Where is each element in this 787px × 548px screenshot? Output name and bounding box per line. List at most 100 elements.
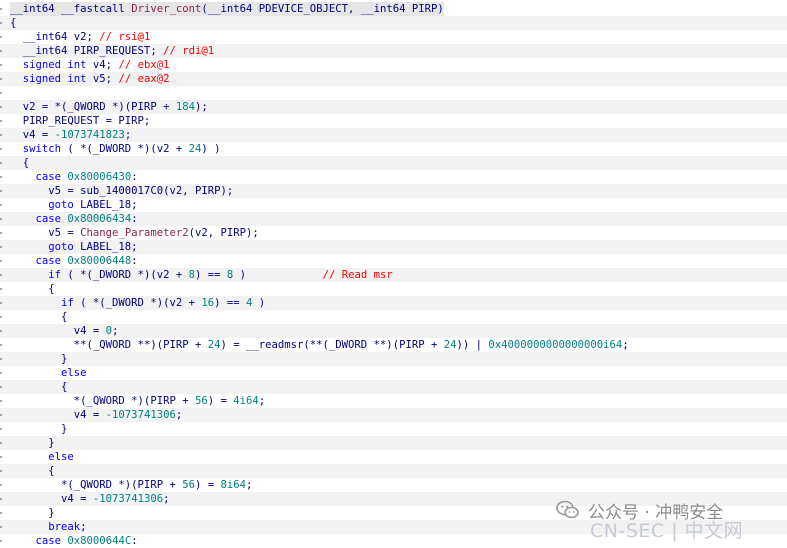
code-text: v4 = -1073741306;: [10, 492, 169, 506]
line-marker: [0, 44, 2, 58]
code-line[interactable]: case 0x80006430:: [0, 170, 787, 184]
line-marker: [0, 352, 2, 366]
watermark-site: CN-SEC | 中文网: [590, 520, 744, 542]
code-line[interactable]: __int64 PIRP_REQUEST; // rdi@1: [0, 44, 787, 58]
code-line[interactable]: *(_QWORD *)(PIRP + 56) = 4i64;: [0, 394, 787, 408]
code-token: ;: [175, 409, 183, 421]
code-line[interactable]: case 0x80006448:: [0, 254, 787, 268]
line-marker: [0, 506, 2, 520]
code-text: signed int v4; // ebx@1: [10, 58, 170, 72]
code-token: v4 =: [10, 493, 93, 505]
line-marker: [0, 142, 2, 156]
code-line[interactable]: signed int v4; // ebx@1: [0, 58, 787, 72]
code-line[interactable]: {: [0, 16, 787, 30]
line-marker: [0, 310, 2, 324]
code-token: v5 = sub_1400017C0(v2, PIRP);: [10, 185, 234, 197]
code-token: signed int: [10, 73, 87, 85]
code-token: v4 =: [10, 129, 55, 141]
code-line[interactable]: case 0x80006434:: [0, 212, 787, 226]
line-marker: [0, 184, 2, 198]
code-token: else: [10, 451, 74, 463]
code-text: *(_QWORD *)(PIRP + 56) = 8i64;: [10, 478, 252, 492]
code-token: ;: [112, 325, 119, 337]
code-line[interactable]: [0, 86, 787, 100]
code-line[interactable]: {: [0, 156, 787, 170]
code-line[interactable]: __int64 v2; // rsi@1: [0, 30, 787, 44]
code-line[interactable]: v5 = Change_Parameter2(v2, PIRP);: [0, 226, 787, 240]
code-token: 16: [201, 297, 215, 309]
code-line[interactable]: {: [0, 464, 787, 478]
code-line[interactable]: PIRP_REQUEST = PIRP;: [0, 114, 787, 128]
code-token: v5 =: [10, 227, 81, 239]
code-line[interactable]: **(_QWORD **)(PIRP + 24) = __readmsr(**(…: [0, 338, 787, 352]
code-text: {: [10, 380, 67, 394]
code-token: {: [10, 283, 55, 295]
line-marker: [0, 366, 2, 380]
code-line[interactable]: if ( *(_DWORD *)(v2 + 8) == 8 ) // Read …: [0, 268, 787, 282]
code-token: 24: [188, 143, 202, 155]
code-line[interactable]: else: [0, 366, 787, 380]
code-line[interactable]: if ( *(_DWORD *)(v2 + 16) == 4 ): [0, 296, 787, 310]
line-marker: [0, 30, 2, 44]
code-text: *(_QWORD *)(PIRP + 56) = 4i64;: [10, 394, 265, 408]
code-token: case: [10, 255, 62, 267]
line-marker: [0, 100, 2, 114]
code-text: __int64 __fastcall Driver_cont(__int64 P…: [10, 2, 444, 16]
code-line[interactable]: }: [0, 436, 787, 450]
code-line[interactable]: __int64 __fastcall Driver_cont(__int64 P…: [0, 2, 787, 16]
code-line[interactable]: v2 = *(_QWORD *)(PIRP + 184);: [0, 100, 787, 114]
code-token: v4 =: [10, 409, 106, 421]
code-token: *(_QWORD *)(PIRP +: [10, 395, 195, 407]
code-line[interactable]: v4 = -1073741306;: [0, 408, 787, 422]
code-line[interactable]: v4 = -1073741823;: [0, 128, 787, 142]
code-text: switch ( *(_DWORD *)(v2 + 24) ): [10, 142, 221, 156]
line-marker: [0, 212, 2, 226]
code-line[interactable]: {: [0, 310, 787, 324]
pseudocode-view[interactable]: __int64 __fastcall Driver_cont(__int64 P…: [0, 2, 787, 548]
code-token: -1073741306: [92, 493, 164, 505]
code-text: }: [10, 506, 54, 520]
code-text: v2 = *(_QWORD *)(PIRP + 184);: [10, 100, 208, 114]
code-line[interactable]: goto LABEL_18;: [0, 198, 787, 212]
code-token: v4;: [86, 59, 119, 71]
line-marker: [0, 436, 2, 450]
line-marker: [0, 114, 2, 128]
code-line[interactable]: *(_QWORD *)(PIRP + 56) = 8i64;: [0, 478, 787, 492]
code-line[interactable]: v5 = sub_1400017C0(v2, PIRP);: [0, 184, 787, 198]
code-line[interactable]: signed int v5; // eax@2: [0, 72, 787, 86]
code-line[interactable]: else: [0, 450, 787, 464]
code-token: signed int: [10, 59, 87, 71]
code-token: 56: [194, 395, 208, 407]
line-marker: [0, 520, 2, 534]
line-marker: [0, 226, 2, 240]
code-line[interactable]: }: [0, 352, 787, 366]
line-marker: [0, 86, 2, 100]
code-token: 56: [182, 479, 195, 491]
code-line[interactable]: switch ( *(_DWORD *)(v2 + 24) ): [0, 142, 787, 156]
code-text: {: [10, 16, 16, 30]
code-token: :: [131, 255, 138, 267]
line-marker: [0, 408, 2, 422]
code-token: {: [10, 17, 17, 29]
code-token: }: [10, 353, 68, 365]
code-token: ( *(_DWORD *)(v2 +: [61, 143, 189, 155]
code-text: if ( *(_DWORD *)(v2 + 16) == 4 ): [10, 296, 265, 310]
code-text: __int64 PIRP_REQUEST; // rdi@1: [10, 44, 214, 58]
code-token: ) =: [207, 395, 234, 407]
code-token: if: [10, 269, 62, 281]
code-text: break;: [10, 520, 86, 534]
code-line[interactable]: goto LABEL_18;: [0, 240, 787, 254]
code-line[interactable]: {: [0, 282, 787, 296]
code-line[interactable]: v4 = 0;: [0, 324, 787, 338]
code-line[interactable]: {: [0, 380, 787, 394]
line-marker: [0, 450, 2, 464]
code-token: ) ): [201, 143, 221, 155]
line-marker: [0, 380, 2, 394]
code-line[interactable]: }: [0, 422, 787, 436]
code-token: 24: [207, 339, 221, 351]
code-token: -1073741306: [105, 409, 176, 421]
line-marker: [0, 156, 2, 170]
code-token: ;: [163, 493, 170, 505]
line-marker: [0, 324, 2, 338]
line-marker: [0, 394, 2, 408]
